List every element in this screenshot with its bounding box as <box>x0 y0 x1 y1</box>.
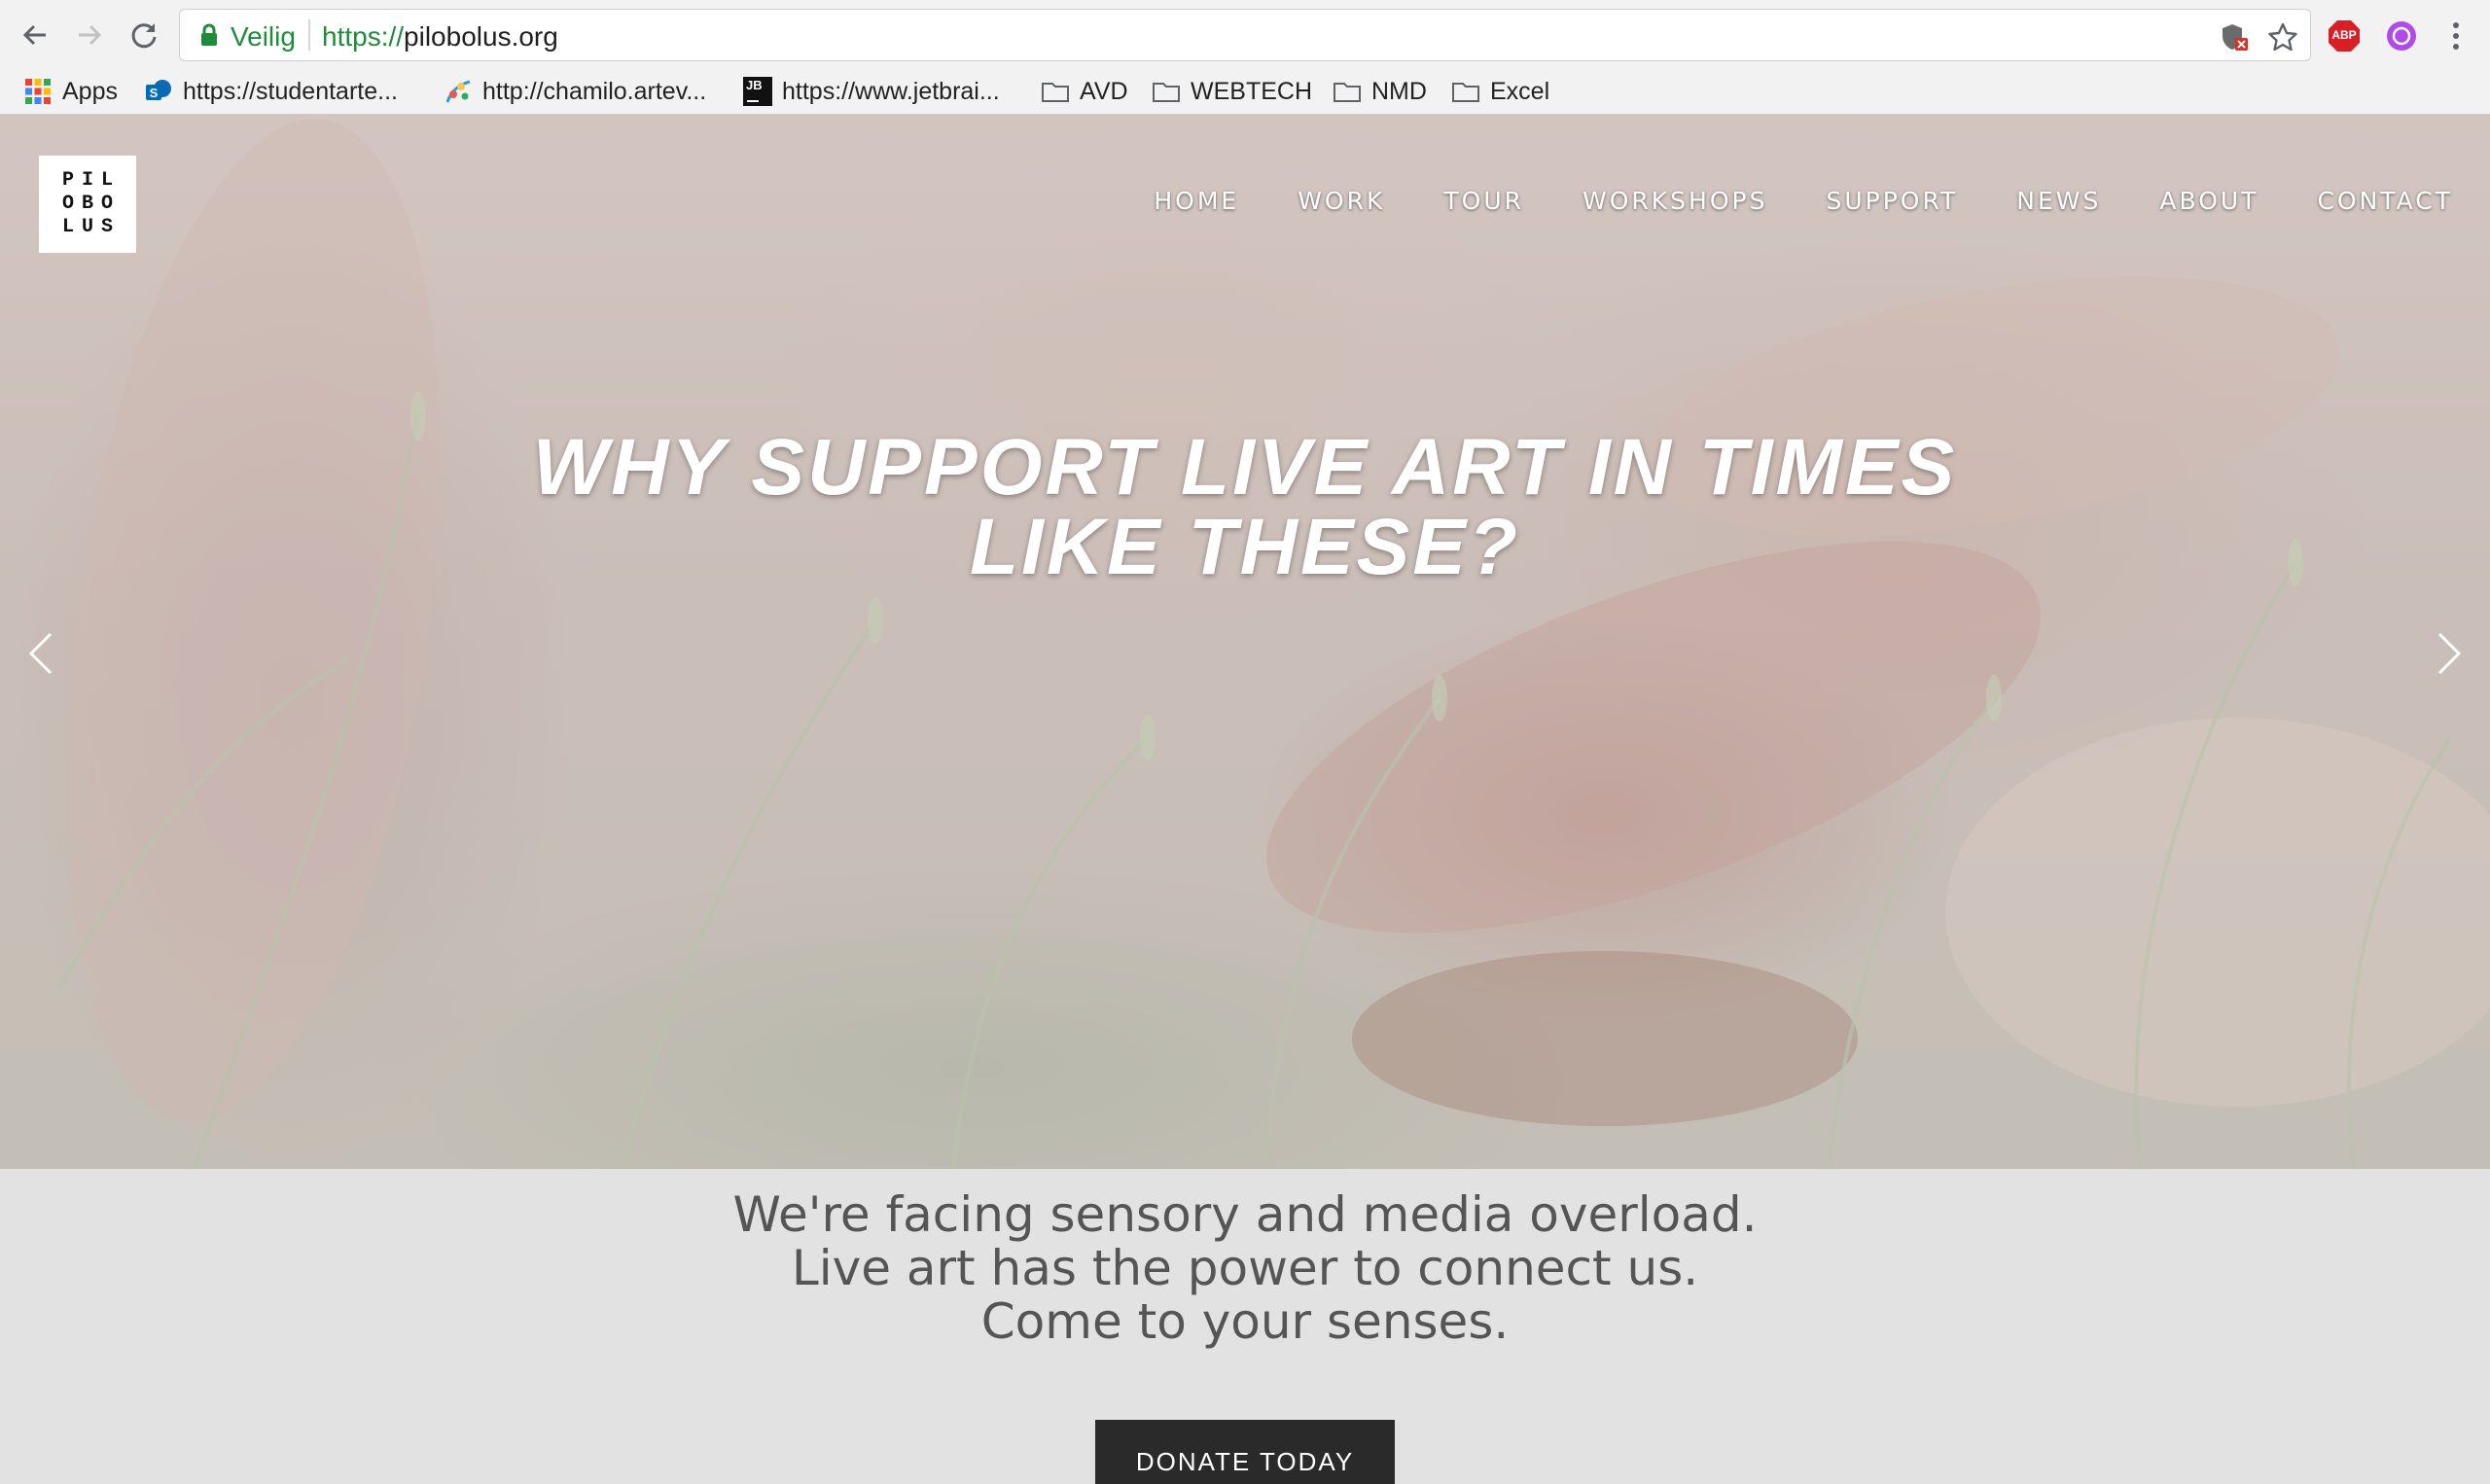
tagline-line: We're facing sensory and media overload. <box>732 1186 1758 1243</box>
star-icon[interactable] <box>2267 21 2298 53</box>
forward-button[interactable] <box>66 12 113 58</box>
bookmark-folder-webtech[interactable]: WEBTECH <box>1152 74 1312 109</box>
hero-headline: WHY SUPPORT LIVE ART IN TIMES LIKE THESE… <box>0 428 2490 587</box>
bookmark-label: WEBTECH <box>1191 77 1312 105</box>
nav-home[interactable]: HOME <box>1154 187 1239 215</box>
bookmark-label: NMD <box>1371 77 1427 105</box>
url-host: pilobolus.org <box>404 21 558 52</box>
sharepoint-icon: S <box>146 80 171 100</box>
chamilo-icon <box>445 80 471 103</box>
folder-icon <box>1042 83 1069 102</box>
reload-icon <box>131 23 157 49</box>
secure-label: Veilig <box>231 21 296 52</box>
bookmark-apps[interactable]: Apps <box>23 74 118 109</box>
folder-icon <box>1153 83 1180 102</box>
logo-row: OBO <box>61 193 121 215</box>
bookmark-folder-avd[interactable]: AVD <box>1041 74 1128 109</box>
nav-work[interactable]: WORK <box>1298 187 1385 215</box>
nav-tour[interactable]: TOUR <box>1443 187 1524 215</box>
apps-grid-icon <box>25 79 51 104</box>
hero-photo <box>0 115 2490 1169</box>
bookmark-label: https://www.jetbrai... <box>782 77 1000 105</box>
headline-line: WHY SUPPORT LIVE ART IN TIMES <box>532 423 1958 512</box>
tagline-line: Come to your senses. <box>980 1293 1510 1350</box>
bookmark-folder-excel[interactable]: Excel <box>1451 74 1549 109</box>
back-button[interactable] <box>12 12 58 58</box>
nav-about[interactable]: ABOUT <box>2159 187 2259 215</box>
folder-icon <box>1334 83 1361 102</box>
nav-workshops[interactable]: WORKSHOPS <box>1583 187 1767 215</box>
donate-button[interactable]: DONATE TODAY <box>1095 1420 1395 1484</box>
bookmark-studentarte[interactable]: S https://studentarte... <box>144 74 398 109</box>
nav-support[interactable]: SUPPORT <box>1826 187 1958 215</box>
tagline-line: Live art has the power to connect us. <box>791 1240 1699 1296</box>
forward-arrow-icon <box>79 24 102 46</box>
reload-button[interactable] <box>121 12 167 58</box>
bookmark-label: Excel <box>1490 77 1550 105</box>
tagline: We're facing sensory and media overload.… <box>0 1188 2490 1349</box>
headline-line: LIKE THESE? <box>969 503 1521 591</box>
bookmark-chamilo[interactable]: http://chamilo.artev... <box>444 74 706 109</box>
logo-row: PIL <box>61 169 121 192</box>
url-text[interactable]: https://pilobolus.org <box>322 21 558 53</box>
extension-icon[interactable] <box>2385 19 2418 53</box>
hero-slider: PIL OBO LUS HOME WORK TOUR WORKSHOPS SUP… <box>0 115 2490 1169</box>
nav-news[interactable]: NEWS <box>2016 187 2101 215</box>
bookmark-label: http://chamilo.artev... <box>482 77 707 105</box>
browser-toolbar: Veilig https://pilobolus.org ABP <box>0 0 2490 70</box>
nav-contact[interactable]: CONTACT <box>2317 187 2453 215</box>
svg-text:S: S <box>150 86 159 100</box>
bookmarks-bar: Apps S https://studentarte... http://cha… <box>0 70 2490 115</box>
bookmark-jetbrains[interactable]: JB https://www.jetbrai... <box>743 74 1000 109</box>
chevron-right-icon[interactable] <box>2430 624 2469 683</box>
intro-section: We're facing sensory and media overload.… <box>0 1169 2490 1484</box>
bookmark-folder-nmd[interactable]: NMD <box>1333 74 1427 109</box>
adblock-plus-icon[interactable]: ABP <box>2328 19 2361 53</box>
adblock-label: ABP <box>2331 28 2357 42</box>
site-logo[interactable]: PIL OBO LUS <box>39 156 136 253</box>
url-scheme: https:// <box>322 21 405 52</box>
logo-row: LUS <box>61 216 121 238</box>
address-bar[interactable]: Veilig https://pilobolus.org <box>179 9 2311 61</box>
bookmark-label: Apps <box>62 77 118 105</box>
bookmark-label: https://studentarte... <box>183 77 398 105</box>
lock-icon <box>201 23 217 46</box>
folder-icon <box>1452 83 1479 102</box>
shield-icon[interactable] <box>2219 21 2250 53</box>
kebab-menu-icon[interactable] <box>2441 19 2471 53</box>
back-arrow-icon <box>22 24 46 46</box>
address-divider <box>308 19 310 51</box>
main-navigation: HOME WORK TOUR WORKSHOPS SUPPORT NEWS AB… <box>1154 187 2453 215</box>
chevron-left-icon[interactable] <box>21 624 60 683</box>
jetbrains-icon: JB <box>743 77 772 106</box>
jetbrains-badge: JB <box>746 78 763 92</box>
bookmark-label: AVD <box>1080 77 1128 105</box>
